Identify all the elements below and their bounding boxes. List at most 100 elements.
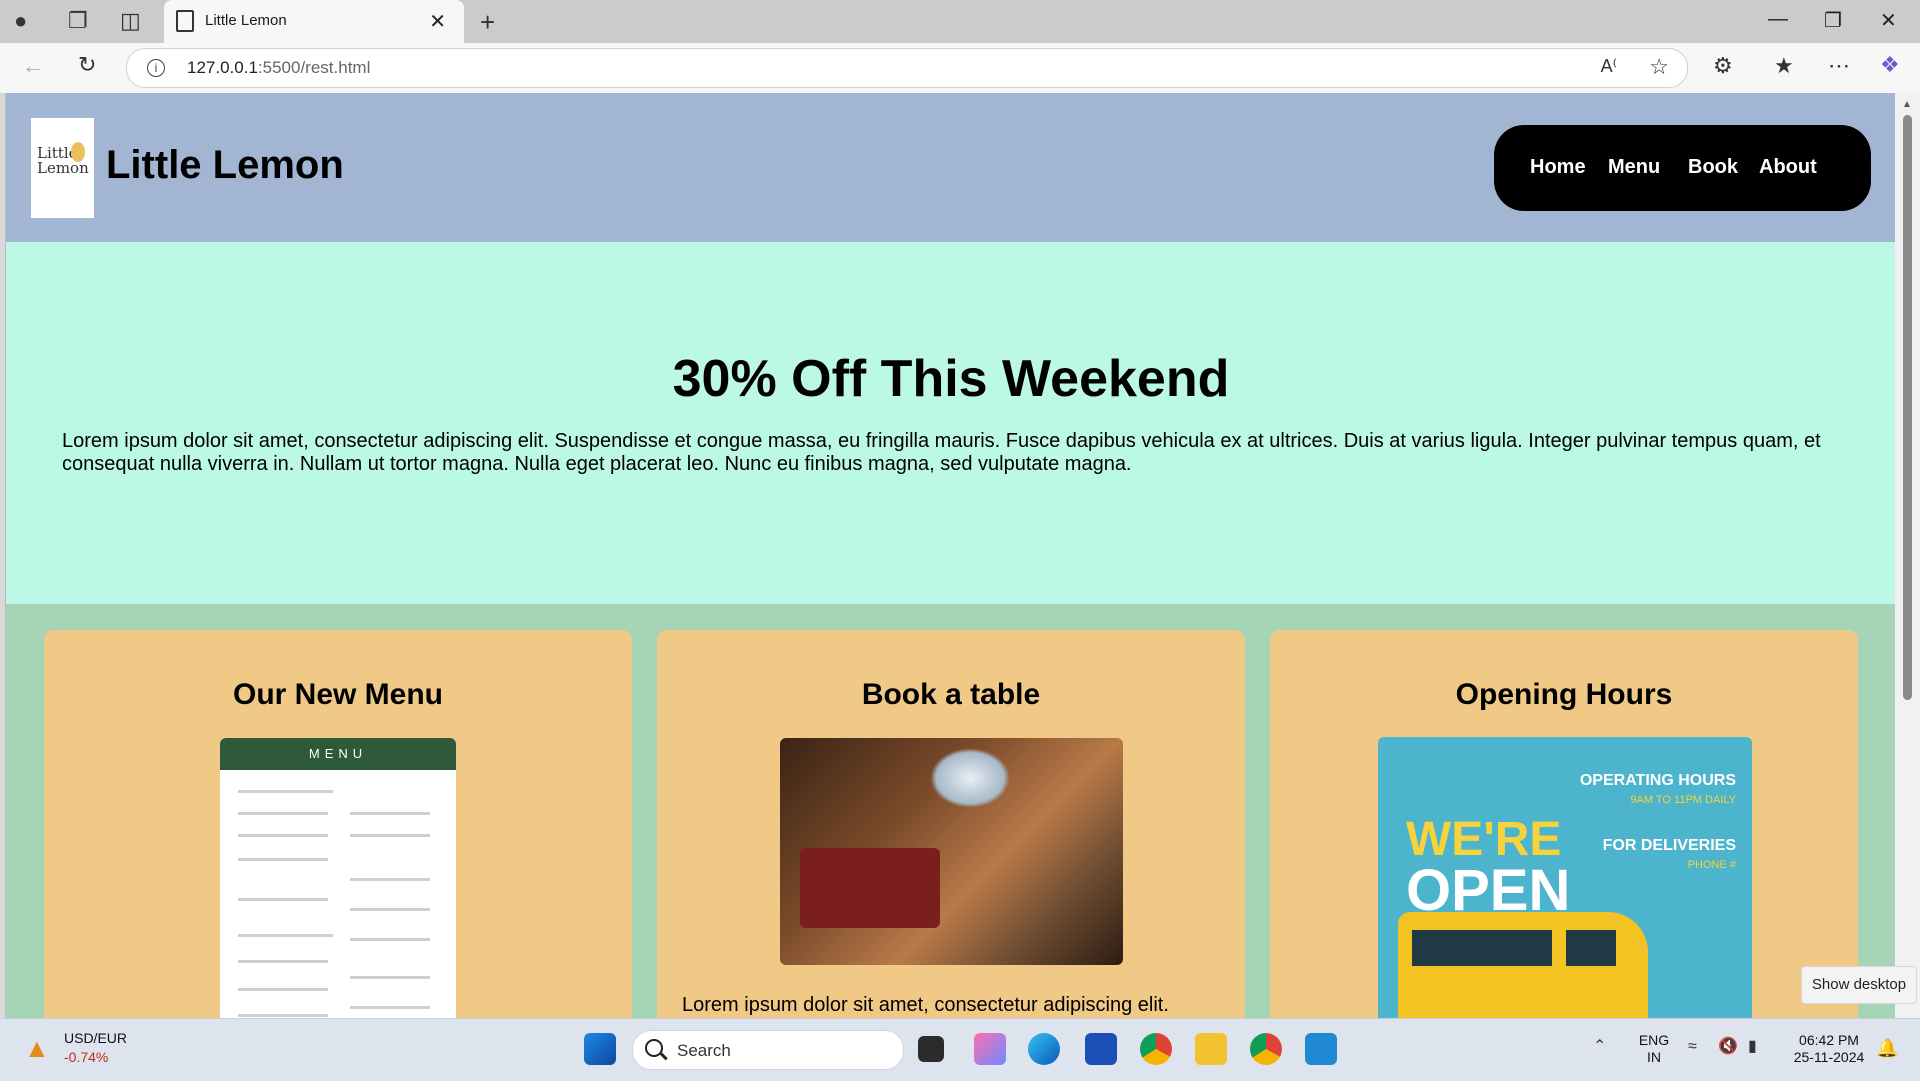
volume-muted-icon[interactable]: 🔇 [1718,1039,1738,1055]
book-card: Book a table Lorem ipsum dolor sit amet,… [657,630,1245,1018]
active-tab[interactable]: Little Lemon ✕ [164,0,464,43]
close-tab-icon[interactable]: ✕ [429,9,446,34]
scroll-thumb[interactable] [1903,115,1912,700]
menu-line [238,790,333,793]
page-icon [176,10,194,32]
truck-window [1566,930,1616,966]
booth-seating [800,848,940,928]
menu-line [350,812,430,815]
chrome-icon[interactable] [1140,1033,1172,1065]
read-aloud-icon[interactable]: A⁽ [1601,57,1617,75]
nav-book[interactable]: Book [1688,156,1738,179]
show-desktop-tooltip: Show desktop [1801,966,1917,1004]
book-card-text: Lorem ipsum dolor sit amet, consectetur … [682,994,1169,1016]
were-open-image: OPERATING HOURS 9AM TO 11PM DAILY FOR DE… [1378,737,1752,1018]
menu-line [350,1006,430,1009]
stock-widget-icon[interactable]: ▲ [24,1035,50,1061]
profile-icon[interactable]: ● [14,10,27,32]
hours-card: Opening Hours OPERATING HOURS 9AM TO 11P… [1270,630,1858,1018]
file-explorer-icon[interactable] [1195,1033,1227,1065]
workspaces-icon[interactable]: ❐ [68,10,88,32]
search-placeholder: Search [677,1041,731,1060]
wifi-icon[interactable]: ≈ [1688,1039,1697,1055]
promo-body: Lorem ipsum dolor sit amet, consectetur … [62,430,1821,475]
menu-line [238,834,328,837]
notification-bell-icon[interactable]: 🔔 [1876,1039,1898,1057]
search-icon-handle [660,1052,668,1060]
menu-line [238,858,328,861]
site-info-icon[interactable]: i [147,59,165,77]
menu-image: MENU [220,738,456,1018]
copilot-icon[interactable]: ❖ [1880,54,1900,76]
book-card-title: Book a table [861,678,1041,711]
open-text: OPEN [1406,858,1571,923]
menu-card-title: Our New Menu [232,678,443,711]
menu-card: Our New Menu MENU [44,630,632,1018]
copilot-taskbar-icon[interactable] [974,1033,1006,1065]
menu-line [238,934,333,937]
logo[interactable]: Little Lemon [31,118,94,218]
close-window-icon[interactable]: ✕ [1880,8,1897,33]
favorite-star-icon[interactable]: ☆ [1649,56,1669,78]
menu-line [238,812,328,815]
chrome-profile-icon[interactable] [1250,1033,1282,1065]
site-header: Little Lemon Little Lemon Home Menu Book … [6,93,1896,242]
url-text: 127.0.0.1:5500/rest.html [187,58,371,77]
nav-home[interactable]: Home [1530,156,1586,179]
refresh-icon[interactable]: ↻ [78,54,96,76]
hours-card-title: Opening Hours [1455,678,1673,711]
scroll-up-icon[interactable]: ▲ [1902,99,1912,110]
vertical-tabs-icon[interactable]: ◫ [120,10,141,32]
deliveries-text: FOR DELIVERIES PHONE # [1602,837,1736,871]
food-truck-illustration [1398,912,1648,1018]
restaurant-image [780,738,1123,965]
page-viewport: Little Lemon Little Lemon Home Menu Book … [5,93,1896,1018]
favorites-icon[interactable]: ★ [1774,55,1794,77]
operating-hours-text: OPERATING HOURS 9AM TO 11PM DAILY [1579,772,1736,806]
nav-menu[interactable]: Menu [1608,156,1660,179]
language-indicator[interactable]: ENG IN [1634,1032,1674,1066]
url-input[interactable]: i 127.0.0.1:5500/rest.html A⁽ ☆ [126,48,1688,88]
menu-line [238,988,328,991]
minimize-icon[interactable]: — [1768,8,1788,31]
menu-line [350,938,430,941]
address-bar-row: ← ↻ i 127.0.0.1:5500/rest.html A⁽ ☆ ⚙ ★ … [0,43,1920,93]
browser-tab-bar: ● ❐ ◫ Little Lemon ✕ + — ❐ ✕ [0,0,1920,43]
menu-line [350,878,430,881]
nav-about[interactable]: About [1759,156,1817,179]
vscode-icon[interactable] [1305,1033,1337,1065]
battery-icon[interactable]: ▮ [1748,1039,1757,1055]
page-scrollbar[interactable]: ▲ [1895,93,1920,1018]
edge-icon[interactable] [1028,1033,1060,1065]
were-text: WE'RE [1406,813,1562,866]
menu-image-header: MENU [220,738,456,770]
chandelier [930,748,1010,808]
clock[interactable]: 06:42 PM 25-11-2024 [1784,1032,1874,1066]
task-view-icon[interactable] [918,1036,944,1062]
menu-line [238,960,328,963]
store-icon[interactable] [1085,1033,1117,1065]
taskbar: ▲ USD/EUR -0.74% Search ⌃ ENG IN ≈ 🔇 ▮ 06… [0,1018,1920,1081]
truck-window [1412,930,1552,966]
restore-icon[interactable]: ❐ [1824,8,1842,33]
menu-line [350,976,430,979]
menu-line [238,1014,328,1017]
menu-line [350,834,430,837]
promo-heading: 30% Off This Weekend [672,350,1230,408]
menu-line [350,908,430,911]
tray-chevron-icon[interactable]: ⌃ [1593,1039,1606,1055]
stock-value: -0.74% [64,1049,109,1065]
more-icon[interactable]: ⋯ [1828,55,1850,77]
lemon-icon [71,142,85,162]
taskbar-search[interactable]: Search [632,1030,904,1070]
main-nav: Home Menu Book About [1494,125,1871,211]
extensions-icon[interactable]: ⚙ [1713,55,1733,77]
back-icon[interactable]: ← [22,55,44,77]
menu-line [238,898,328,901]
promo-section: 30% Off This Weekend Lorem ipsum dolor s… [6,242,1896,604]
start-icon[interactable] [584,1033,616,1065]
tab-title: Little Lemon [205,12,287,29]
site-title: Little Lemon [106,143,344,187]
stock-title: USD/EUR [64,1030,128,1046]
new-tab-icon[interactable]: + [480,9,495,35]
